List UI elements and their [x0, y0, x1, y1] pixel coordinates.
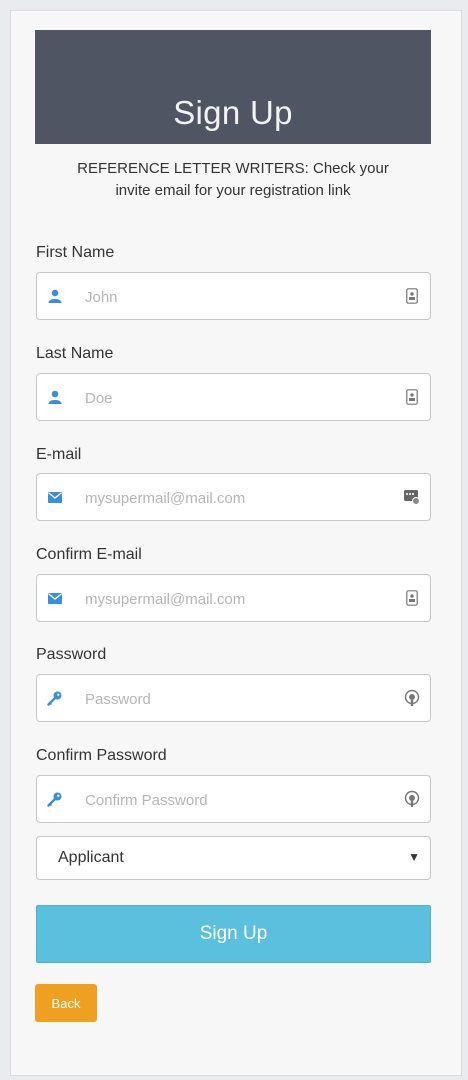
confirm-password-field[interactable] [36, 775, 431, 824]
signup-header: Sign Up [35, 30, 431, 144]
page-title: Sign Up [173, 94, 293, 131]
role-select[interactable]: Applicant ▼ [36, 836, 431, 880]
email-label: E-mail [36, 446, 82, 463]
email-field[interactable] [36, 473, 431, 522]
last-name-field[interactable] [36, 373, 431, 422]
notice-line-1: REFERENCE LETTER WRITERS: Check your [77, 160, 389, 177]
confirm-email-field[interactable] [36, 574, 431, 623]
last-name-input[interactable] [83, 374, 387, 422]
confirm-email-input[interactable] [83, 575, 387, 623]
reference-writers-notice: REFERENCE LETTER WRITERS: Check your inv… [35, 158, 431, 202]
key-icon [45, 688, 65, 708]
confirm-email-label: Confirm E-mail [36, 546, 142, 563]
first-name-label: First Name [36, 244, 115, 261]
signup-button[interactable]: Sign Up [36, 905, 431, 963]
role-select-value: Applicant [58, 849, 124, 866]
confirm-password-label: Confirm Password [36, 747, 167, 764]
first-name-field[interactable] [36, 272, 431, 321]
password-manager-icon[interactable] [404, 790, 420, 808]
password-label: Password [36, 646, 107, 663]
email-input[interactable] [83, 474, 387, 522]
envelope-icon [45, 487, 65, 507]
contact-card-icon[interactable] [404, 388, 420, 406]
contact-card-icon[interactable] [404, 589, 420, 607]
password-manager-icon[interactable] [404, 488, 420, 506]
contact-card-icon[interactable] [404, 287, 420, 305]
back-button[interactable]: Back [35, 984, 97, 1022]
first-name-input[interactable] [83, 273, 387, 321]
confirm-password-input[interactable] [83, 776, 387, 824]
password-input[interactable] [83, 675, 387, 723]
user-icon [45, 286, 65, 306]
password-field[interactable] [36, 674, 431, 723]
user-icon [45, 387, 65, 407]
envelope-icon [45, 588, 65, 608]
last-name-label: Last Name [36, 345, 114, 362]
notice-line-2: invite email for your registration link [115, 182, 351, 199]
chevron-down-icon: ▼ [408, 850, 420, 864]
key-icon [45, 789, 65, 809]
password-manager-icon[interactable] [404, 689, 420, 707]
